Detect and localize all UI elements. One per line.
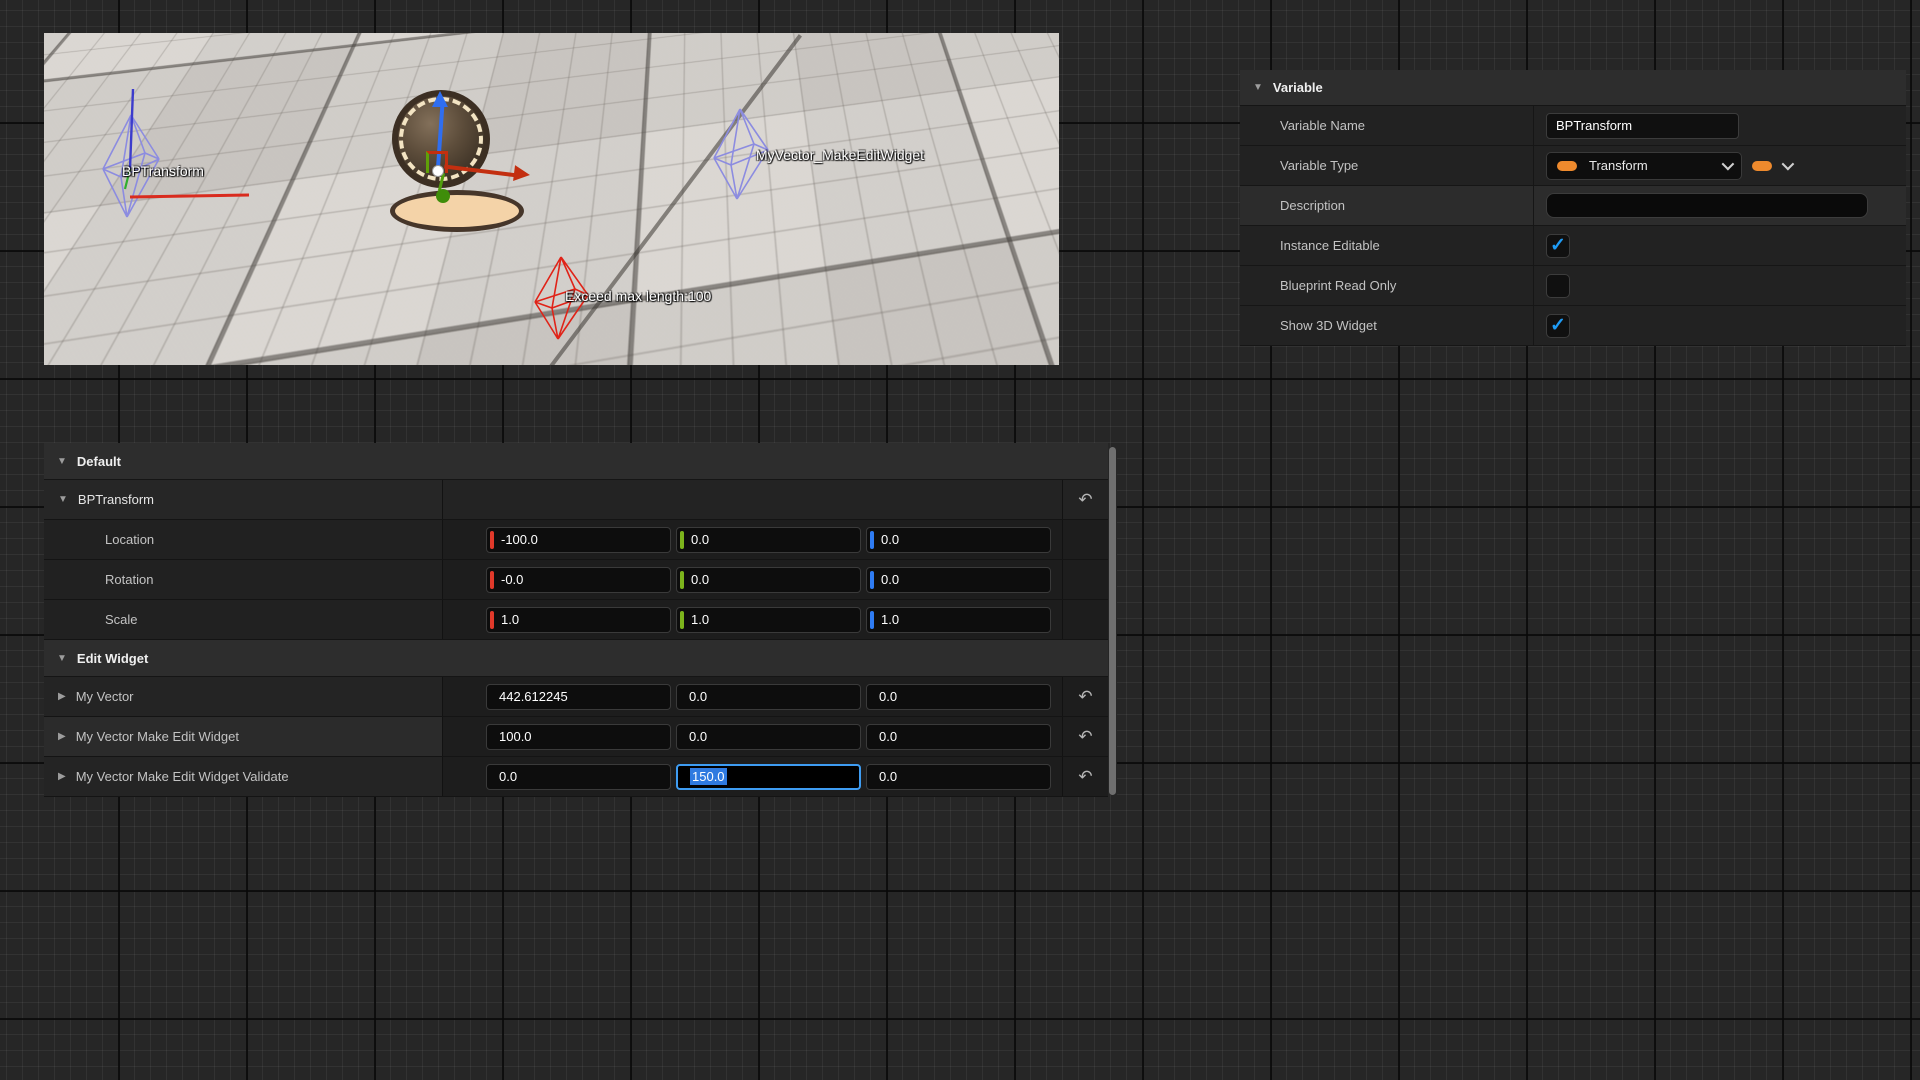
revert-to-default-button[interactable]: ↶ bbox=[1078, 491, 1092, 508]
viewport-3d-preview[interactable]: BPTransform MyVector_MakeEditWidget Exce… bbox=[44, 33, 1059, 365]
details-scrollbar[interactable] bbox=[1108, 447, 1117, 795]
variable-name-label: Variable Name bbox=[1280, 118, 1365, 133]
mvmewv-y-input-focused[interactable]: 150.0 bbox=[676, 764, 861, 790]
x-axis-color-bar bbox=[490, 571, 494, 589]
y-axis-color-bar bbox=[680, 571, 684, 589]
expand-triangle-icon[interactable]: ▶ bbox=[58, 691, 66, 702]
marker-label-exceed: Exceed max length:100 bbox=[565, 288, 711, 304]
my-vector-z-input[interactable]: 0.0 bbox=[866, 684, 1051, 710]
scrollbar-thumb[interactable] bbox=[1109, 447, 1116, 795]
check-icon: ✓ bbox=[1550, 236, 1566, 255]
chevron-down-icon bbox=[1782, 158, 1795, 171]
variable-name-row: Variable Name BPTransform bbox=[1240, 106, 1906, 146]
description-label: Description bbox=[1280, 198, 1345, 213]
location-row: Location -100.0 0.0 0.0 bbox=[44, 520, 1108, 560]
rotation-x-input[interactable]: -0.0 bbox=[486, 567, 671, 593]
z-axis-color-bar bbox=[870, 531, 874, 549]
z-axis-color-bar bbox=[870, 571, 874, 589]
my-vector-make-edit-widget-validate-row[interactable]: ▶ My Vector Make Edit Widget Validate 0.… bbox=[44, 757, 1108, 797]
mvmew-x-input[interactable]: 100.0 bbox=[486, 724, 671, 750]
variable-type-row: Variable Type Transform bbox=[1240, 146, 1906, 186]
section-title: Variable bbox=[1273, 80, 1323, 95]
variable-details-panel: ▼ Variable Variable Name BPTransform Var… bbox=[1240, 70, 1906, 346]
check-icon: ✓ bbox=[1550, 316, 1566, 335]
container-type-dropdown[interactable] bbox=[1752, 161, 1791, 171]
z-axis-color-bar bbox=[870, 611, 874, 629]
instance-editable-row: Instance Editable ✓ bbox=[1240, 226, 1906, 266]
scale-z-input[interactable]: 1.0 bbox=[866, 607, 1051, 633]
expand-triangle-icon[interactable]: ▶ bbox=[58, 731, 66, 742]
scale-x-input[interactable]: 1.0 bbox=[486, 607, 671, 633]
rotation-row: Rotation -0.0 0.0 0.0 bbox=[44, 560, 1108, 600]
x-axis-color-bar bbox=[490, 531, 494, 549]
blueprint-read-only-label: Blueprint Read Only bbox=[1280, 278, 1396, 293]
location-z-input[interactable]: 0.0 bbox=[866, 527, 1051, 553]
default-section-header[interactable]: ▼ Default bbox=[44, 443, 1108, 480]
blueprint-read-only-row: Blueprint Read Only bbox=[1240, 266, 1906, 306]
location-y-input[interactable]: 0.0 bbox=[676, 527, 861, 553]
expand-triangle-icon[interactable]: ▼ bbox=[58, 494, 68, 505]
my-vector-make-edit-widget-row[interactable]: ▶ My Vector Make Edit Widget 100.0 0.0 0… bbox=[44, 717, 1108, 757]
my-vector-x-input[interactable]: 442.612245 bbox=[486, 684, 671, 710]
show-3d-widget-checkbox[interactable]: ✓ bbox=[1546, 314, 1570, 338]
gizmo-y-handle[interactable] bbox=[436, 189, 450, 203]
rotation-y-input[interactable]: 0.0 bbox=[676, 567, 861, 593]
description-row: Description bbox=[1240, 186, 1906, 226]
mvmew-y-input[interactable]: 0.0 bbox=[676, 724, 861, 750]
x-axis-color-bar bbox=[490, 611, 494, 629]
variable-type-label: Variable Type bbox=[1280, 158, 1358, 173]
mvmewv-z-input[interactable]: 0.0 bbox=[866, 764, 1051, 790]
y-axis-color-bar bbox=[680, 531, 684, 549]
gizmo-center-dot[interactable] bbox=[432, 165, 444, 177]
scale-y-input[interactable]: 1.0 bbox=[676, 607, 861, 633]
instance-editable-label: Instance Editable bbox=[1280, 238, 1380, 253]
collapse-triangle-icon: ▼ bbox=[1253, 82, 1263, 93]
variable-name-input[interactable]: BPTransform bbox=[1546, 113, 1739, 139]
my-vector-y-input[interactable]: 0.0 bbox=[676, 684, 861, 710]
marker-label-myvector: MyVector_MakeEditWidget bbox=[756, 147, 924, 163]
my-vector-row[interactable]: ▶ My Vector 442.612245 0.0 0.0 ↶ bbox=[44, 677, 1108, 717]
default-details-panel: ▼ Default ▼ BPTransform ↶ Location -100.… bbox=[44, 443, 1108, 797]
instance-editable-checkbox[interactable]: ✓ bbox=[1546, 234, 1570, 258]
description-input[interactable] bbox=[1546, 193, 1868, 218]
edit-widget-section-header[interactable]: ▼ Edit Widget bbox=[44, 640, 1108, 677]
marker-label-bptransform: BPTransform bbox=[122, 163, 204, 179]
collapse-triangle-icon: ▼ bbox=[57, 456, 67, 467]
collapse-triangle-icon: ▼ bbox=[57, 653, 67, 664]
location-x-input[interactable]: -100.0 bbox=[486, 527, 671, 553]
mvmewv-x-input[interactable]: 0.0 bbox=[486, 764, 671, 790]
show-3d-widget-row: Show 3D Widget ✓ bbox=[1240, 306, 1906, 346]
rotation-z-input[interactable]: 0.0 bbox=[866, 567, 1051, 593]
chevron-down-icon bbox=[1722, 158, 1735, 171]
gizmo-x-arrowhead[interactable] bbox=[513, 165, 531, 183]
bptransform-property-row[interactable]: ▼ BPTransform ↶ bbox=[44, 480, 1108, 520]
scale-row: Scale 1.0 1.0 1.0 bbox=[44, 600, 1108, 640]
sphere-shadow bbox=[390, 190, 524, 232]
container-type-pill-icon bbox=[1752, 161, 1772, 171]
mvmew-z-input[interactable]: 0.0 bbox=[866, 724, 1051, 750]
y-axis-color-bar bbox=[680, 611, 684, 629]
gizmo-z-arrowhead[interactable] bbox=[432, 91, 448, 107]
variable-type-dropdown[interactable]: Transform bbox=[1546, 152, 1742, 180]
variable-section-header[interactable]: ▼ Variable bbox=[1240, 70, 1906, 106]
blueprint-read-only-checkbox[interactable] bbox=[1546, 274, 1570, 298]
transform-type-pill-icon bbox=[1557, 161, 1577, 171]
expand-triangle-icon[interactable]: ▶ bbox=[58, 771, 66, 782]
revert-to-default-button[interactable]: ↶ bbox=[1078, 768, 1092, 785]
revert-to-default-button[interactable]: ↶ bbox=[1078, 688, 1092, 705]
show-3d-widget-label: Show 3D Widget bbox=[1280, 318, 1377, 333]
revert-to-default-button[interactable]: ↶ bbox=[1078, 728, 1092, 745]
